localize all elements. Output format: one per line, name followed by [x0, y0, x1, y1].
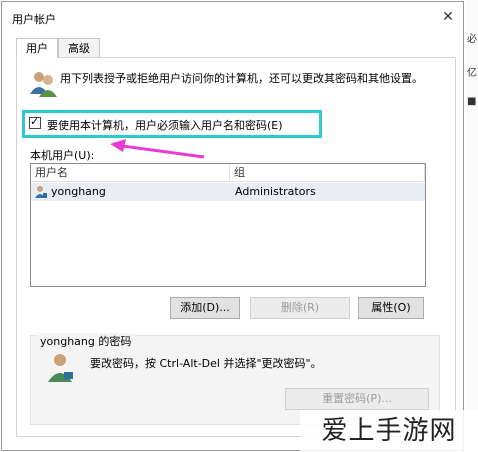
tab-users[interactable]: 用户: [16, 38, 58, 59]
watermark: 爱上手游网: [300, 410, 478, 452]
users-icon: [30, 72, 57, 97]
background-window-edge: 必 亿 ■: [466, 0, 478, 452]
password-group-title: yonghang 的密码: [36, 333, 136, 349]
description-text: 用下列表授予或拒绝用户访问你的计算机，还可以更改其密码和其他设置。: [60, 72, 423, 85]
column-header-username[interactable]: 用户名: [31, 164, 230, 182]
tab-advanced[interactable]: 高级: [58, 38, 100, 58]
arrow-annotation-icon: [110, 139, 205, 159]
require-password-label[interactable]: 要使用本计算机，用户必须输入用户名和密码(E): [47, 117, 283, 133]
remove-button[interactable]: 删除(R): [250, 297, 350, 319]
user-row-icon: [35, 186, 47, 198]
table-row[interactable]: yonghang Administrators: [31, 183, 425, 201]
row-username: yonghang: [51, 185, 106, 198]
background-char: ■: [467, 96, 477, 107]
column-header-group[interactable]: 组: [230, 164, 425, 182]
background-char: 必: [467, 34, 477, 45]
password-instructions: 要改密码，按 Ctrl-Alt-Del 并选择"更改密码"。: [90, 357, 322, 370]
close-icon[interactable]: ✕: [440, 10, 456, 24]
properties-button[interactable]: 属性(O): [358, 297, 424, 319]
reset-password-button[interactable]: 重置密码(P)...: [285, 388, 429, 410]
window-title: 用户帐户: [12, 13, 56, 26]
title-bar[interactable]: 用户帐户 ✕: [2, 2, 463, 32]
background-char: 亿: [467, 68, 477, 79]
user-list[interactable]: 用户名 组 yonghang Administrators: [30, 163, 426, 287]
require-password-checkbox[interactable]: ✓: [29, 115, 41, 129]
user-list-label: 本机用户(U):: [30, 149, 95, 162]
row-group: Administrators: [235, 185, 316, 198]
user-key-icon: [48, 354, 73, 382]
add-button[interactable]: 添加(D)...: [170, 297, 240, 319]
checkmark-icon: ✓: [30, 115, 40, 128]
